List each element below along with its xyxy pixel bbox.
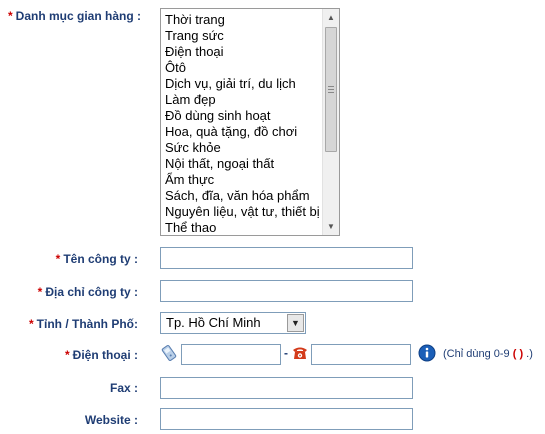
province-label: * Tỉnh / Thành Phố: xyxy=(29,317,138,331)
category-option[interactable]: Ôtô xyxy=(165,60,320,76)
company-label-text: Tên công ty : xyxy=(63,252,138,266)
required-mark: * xyxy=(55,252,61,266)
category-option[interactable]: Ẩm thực xyxy=(165,172,320,188)
telephone-icon xyxy=(293,347,307,359)
fax-label: Fax : xyxy=(110,381,138,395)
required-mark: * xyxy=(29,317,34,331)
category-option[interactable]: Hoa, quà tặng, đồ chơi xyxy=(165,124,320,140)
category-listbox[interactable]: Thời trang Trang sức Điện thoại Ôtô Dịch vụ,… xyxy=(160,8,340,236)
province-select[interactable]: Tp. Hồ Chí Minh ▼ xyxy=(160,312,306,334)
category-option[interactable]: Sức khỏe xyxy=(165,140,320,156)
category-option[interactable]: Thể thao xyxy=(165,220,320,235)
website-input[interactable] xyxy=(160,408,413,430)
required-mark: * xyxy=(64,348,70,362)
province-label-text: Tỉnh / Thành Phố: xyxy=(36,317,138,331)
category-list: Thời trang Trang sức Điện thoại Ôtô Dịch vụ,… xyxy=(165,12,320,235)
scroll-up-icon[interactable]: ▲ xyxy=(323,9,339,26)
fax-label-text: Fax : xyxy=(109,381,138,395)
scroll-down-icon[interactable]: ▼ xyxy=(323,218,339,235)
phone-separator: - xyxy=(284,346,288,360)
phone-label-text: Điện thoại : xyxy=(72,348,138,362)
category-label-text: Danh mục gian hàng : xyxy=(15,9,142,23)
website-label-text: Website : xyxy=(84,413,138,427)
listbox-scrollbar[interactable]: ▲ ▼ xyxy=(322,9,339,235)
category-option[interactable]: Sách, đĩa, văn hóa phẩm xyxy=(165,188,320,204)
website-label: Website : xyxy=(85,413,138,427)
category-option[interactable]: Điện thoại xyxy=(165,44,320,60)
category-option[interactable]: Nguyên liệu, vật tư, thiết bị xyxy=(165,204,320,220)
category-option[interactable]: Đồ dùng sinh hoạt xyxy=(165,108,320,124)
phone-hint-paren: ( ) xyxy=(512,348,524,360)
province-selected-value: Tp. Hồ Chí Minh xyxy=(166,315,261,330)
mobile-phone-input[interactable] xyxy=(181,344,281,365)
category-option[interactable]: Trang sức xyxy=(165,28,320,44)
address-input[interactable] xyxy=(160,280,413,302)
company-name-input[interactable] xyxy=(160,247,413,269)
landline-phone-input[interactable] xyxy=(311,344,411,365)
grip-icon xyxy=(328,86,334,93)
scroll-thumb[interactable] xyxy=(325,27,337,152)
required-mark: * xyxy=(8,9,13,23)
phone-label: * Điện thoại : xyxy=(65,348,138,362)
mobile-phone-icon xyxy=(161,345,177,361)
phone-hint-prefix: (Chỉ dùng 0-9 xyxy=(443,348,510,360)
phone-hint: (Chỉ dùng 0-9 ( ) .) xyxy=(443,348,533,360)
category-label: * Danh mục gian hàng : xyxy=(8,9,141,23)
address-label: * Địa chỉ công ty : xyxy=(38,285,138,299)
category-option[interactable]: Làm đẹp xyxy=(165,92,320,108)
company-label: * Tên công ty : xyxy=(56,252,138,266)
category-option[interactable]: Thời trang xyxy=(165,12,320,28)
required-mark: * xyxy=(37,285,43,299)
phone-hint-suffix: .) xyxy=(526,348,533,360)
category-option[interactable]: Dịch vụ, giải trí, du lịch xyxy=(165,76,320,92)
category-option[interactable]: Nội thất, ngoại thất xyxy=(165,156,320,172)
fax-input[interactable] xyxy=(160,377,413,399)
info-icon[interactable] xyxy=(418,344,436,362)
address-label-text: Địa chỉ công ty : xyxy=(45,285,138,299)
chevron-down-icon[interactable]: ▼ xyxy=(287,314,304,332)
